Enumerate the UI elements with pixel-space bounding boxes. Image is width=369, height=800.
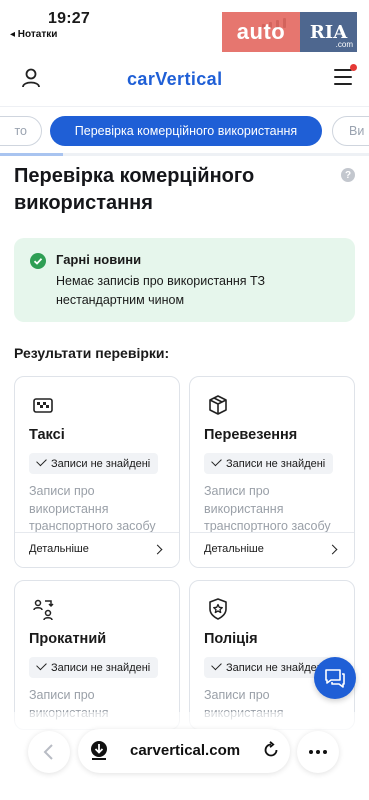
download-icon[interactable] [90, 740, 108, 760]
status-badge-label: Записи не знайдені [51, 661, 151, 674]
tab-previous[interactable]: то [0, 116, 42, 146]
details-label: Детальніше [204, 543, 264, 555]
url-text: carvertical.com [130, 742, 241, 759]
chevron-right-icon [327, 544, 338, 555]
site-header: carVertical [0, 60, 369, 100]
check-icon [211, 455, 222, 467]
dot-icon [323, 750, 327, 754]
dot-icon [316, 750, 320, 754]
card-description: Записи про використання транспортного за… [29, 484, 156, 533]
browser-back-button[interactable] [28, 731, 70, 773]
watermark-ria: RIA .com [300, 12, 357, 52]
back-to-app-link[interactable]: ◂ Нотатки [10, 29, 57, 40]
card-title: Прокатний [29, 631, 107, 647]
results-heading: Результати перевірки: [14, 345, 170, 361]
notification-dot [350, 64, 357, 71]
scroll-progress-fill [0, 153, 63, 156]
address-bar[interactable]: carvertical.com [78, 729, 290, 773]
good-news-banner: Гарні новини Немає записів про використа… [14, 238, 355, 322]
page-title: Перевірка комерційного використання [14, 165, 255, 214]
check-icon [36, 659, 47, 671]
watermark-com: .com [335, 40, 353, 49]
card-description: Записи про використання транспортного за… [204, 484, 331, 533]
result-card-transport: Перевезення Записи не знайдені Записи пр… [189, 376, 355, 568]
dot-icon [309, 750, 313, 754]
status-badge-label: Записи не знайдені [51, 457, 151, 470]
more-options-button[interactable] [297, 731, 339, 773]
rental-icon [33, 599, 54, 621]
card-title: Поліція [204, 631, 258, 647]
chat-icon [325, 669, 345, 688]
chevron-right-icon [152, 544, 163, 555]
hamburger-menu-icon[interactable] [334, 69, 352, 85]
help-icon[interactable]: ? [341, 168, 355, 182]
box-icon [209, 395, 227, 415]
carvertical-logo[interactable]: carVertical [127, 69, 222, 90]
details-link[interactable]: Детальніше [190, 532, 354, 567]
user-icon[interactable] [20, 67, 42, 89]
check-circle-icon [30, 253, 46, 269]
status-badge-label: Записи не знайдені [226, 457, 326, 470]
chat-button[interactable] [314, 657, 356, 699]
details-link[interactable]: Детальніше [15, 532, 179, 567]
check-icon [211, 659, 222, 671]
check-icon [36, 455, 47, 467]
section-tabs: то Перевірка комерційного використання В… [0, 106, 369, 158]
status-time: 19:27 [48, 10, 90, 27]
taxi-icon [33, 398, 53, 413]
result-card-police: Поліція Записи не знайдені Записи про ви… [189, 580, 355, 730]
watermark-auto: auto [222, 12, 300, 52]
status-badge: Записи не знайдені [29, 453, 159, 474]
good-news-title: Гарні новини [56, 252, 142, 267]
result-card-taxi: Таксі Записи не знайдені Записи про вико… [14, 376, 180, 568]
police-badge-icon [209, 598, 227, 620]
card-title: Перевезення [204, 427, 298, 443]
scroll-progress [0, 153, 369, 156]
status-badge: Записи не знайдені [29, 657, 159, 678]
tab-commercial-use[interactable]: Перевірка комерційного використання [50, 116, 322, 146]
result-card-rental: Прокатний Записи не знайдені Записи про … [14, 580, 180, 730]
autoria-watermark: auto RIA .com [222, 12, 357, 56]
good-news-text: Немає записів про використання ТЗ нестан… [56, 274, 266, 307]
details-label: Детальніше [29, 543, 89, 555]
card-title: Таксі [29, 427, 65, 443]
status-badge: Записи не знайдені [204, 453, 334, 474]
chevron-left-icon [43, 744, 53, 760]
reload-icon[interactable] [262, 741, 280, 759]
tab-next[interactable]: Ви [332, 116, 369, 146]
status-badge-label: Записи не знайдені [226, 661, 326, 674]
